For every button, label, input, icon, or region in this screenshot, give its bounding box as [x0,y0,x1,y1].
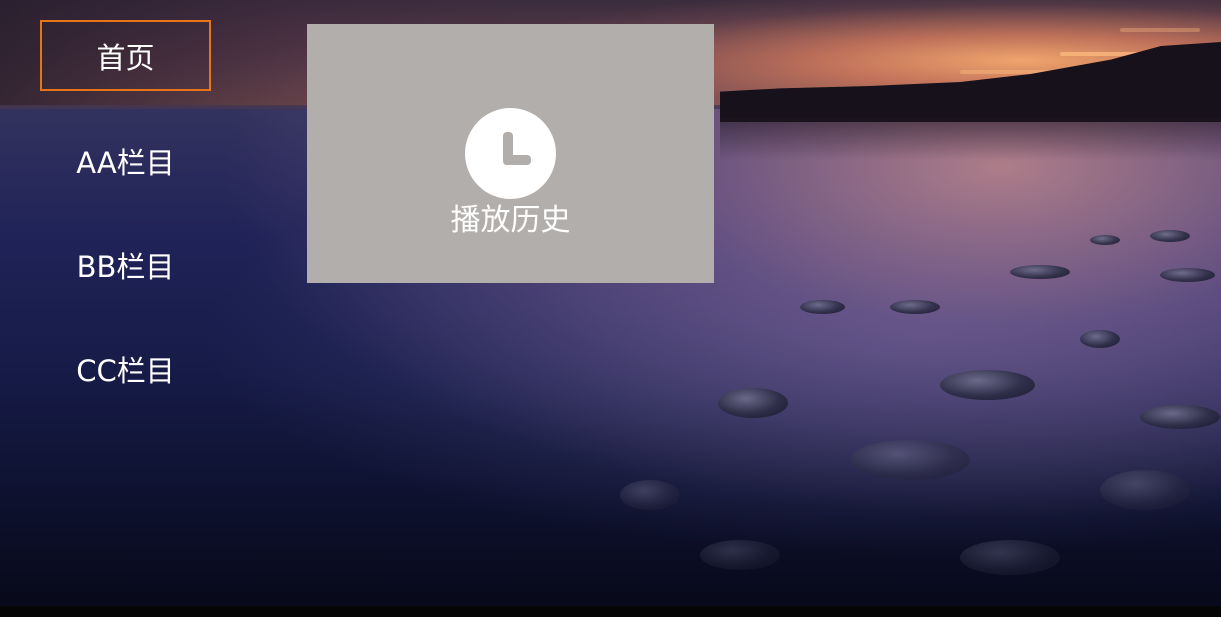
nav-item-cc[interactable]: CC栏目 [40,333,211,404]
nav-item-label: AA栏目 [76,145,175,180]
nav-item-aa[interactable]: AA栏目 [40,125,211,196]
nav-item-label: BB栏目 [76,249,175,284]
nav-item-label: 首页 [96,40,155,75]
clock-icon [465,108,556,199]
nav-item-label: CC栏目 [76,353,175,388]
nav-item-home[interactable]: 首页 [40,20,211,91]
play-history-label: 播放历史 [450,203,571,238]
tv-home-screen: 首页 AA栏目 BB栏目 CC栏目 播放历史 [0,0,1221,617]
nav-item-bb[interactable]: BB栏目 [40,229,211,300]
play-history-tile[interactable]: 播放历史 [307,24,714,283]
